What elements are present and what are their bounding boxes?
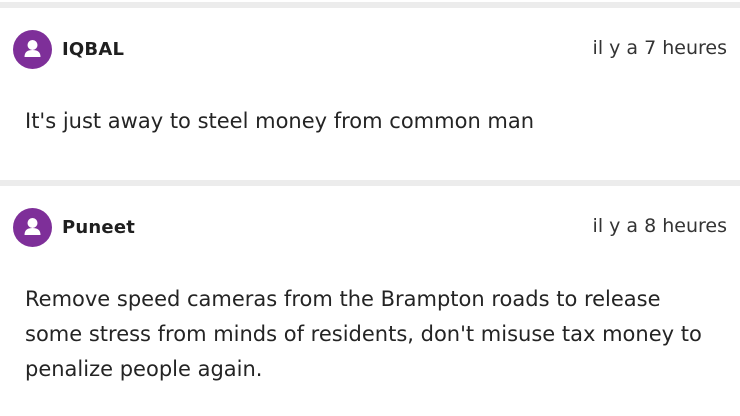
comment-item: Puneet il y a 8 heures Remove speed came…: [0, 186, 740, 416]
comment-username[interactable]: IQBAL: [62, 39, 124, 60]
comment-item: IQBAL il y a 7 heures It's just away to …: [0, 8, 740, 180]
comment-header: IQBAL il y a 7 heures: [0, 30, 740, 70]
comment-text: It's just away to steel money from commo…: [25, 109, 535, 133]
comment-username[interactable]: Puneet: [62, 217, 135, 238]
user-avatar-icon[interactable]: [13, 208, 52, 247]
comment-timestamp: il y a 7 heures: [592, 37, 727, 59]
user-avatar-icon[interactable]: [13, 30, 52, 69]
comment-header: Puneet il y a 8 heures: [0, 208, 740, 248]
comment-feed: IQBAL il y a 7 heures It's just away to …: [0, 0, 740, 416]
comment-timestamp: il y a 8 heures: [592, 215, 727, 237]
comment-text: Remove speed cameras from the Brampton r…: [25, 287, 702, 381]
